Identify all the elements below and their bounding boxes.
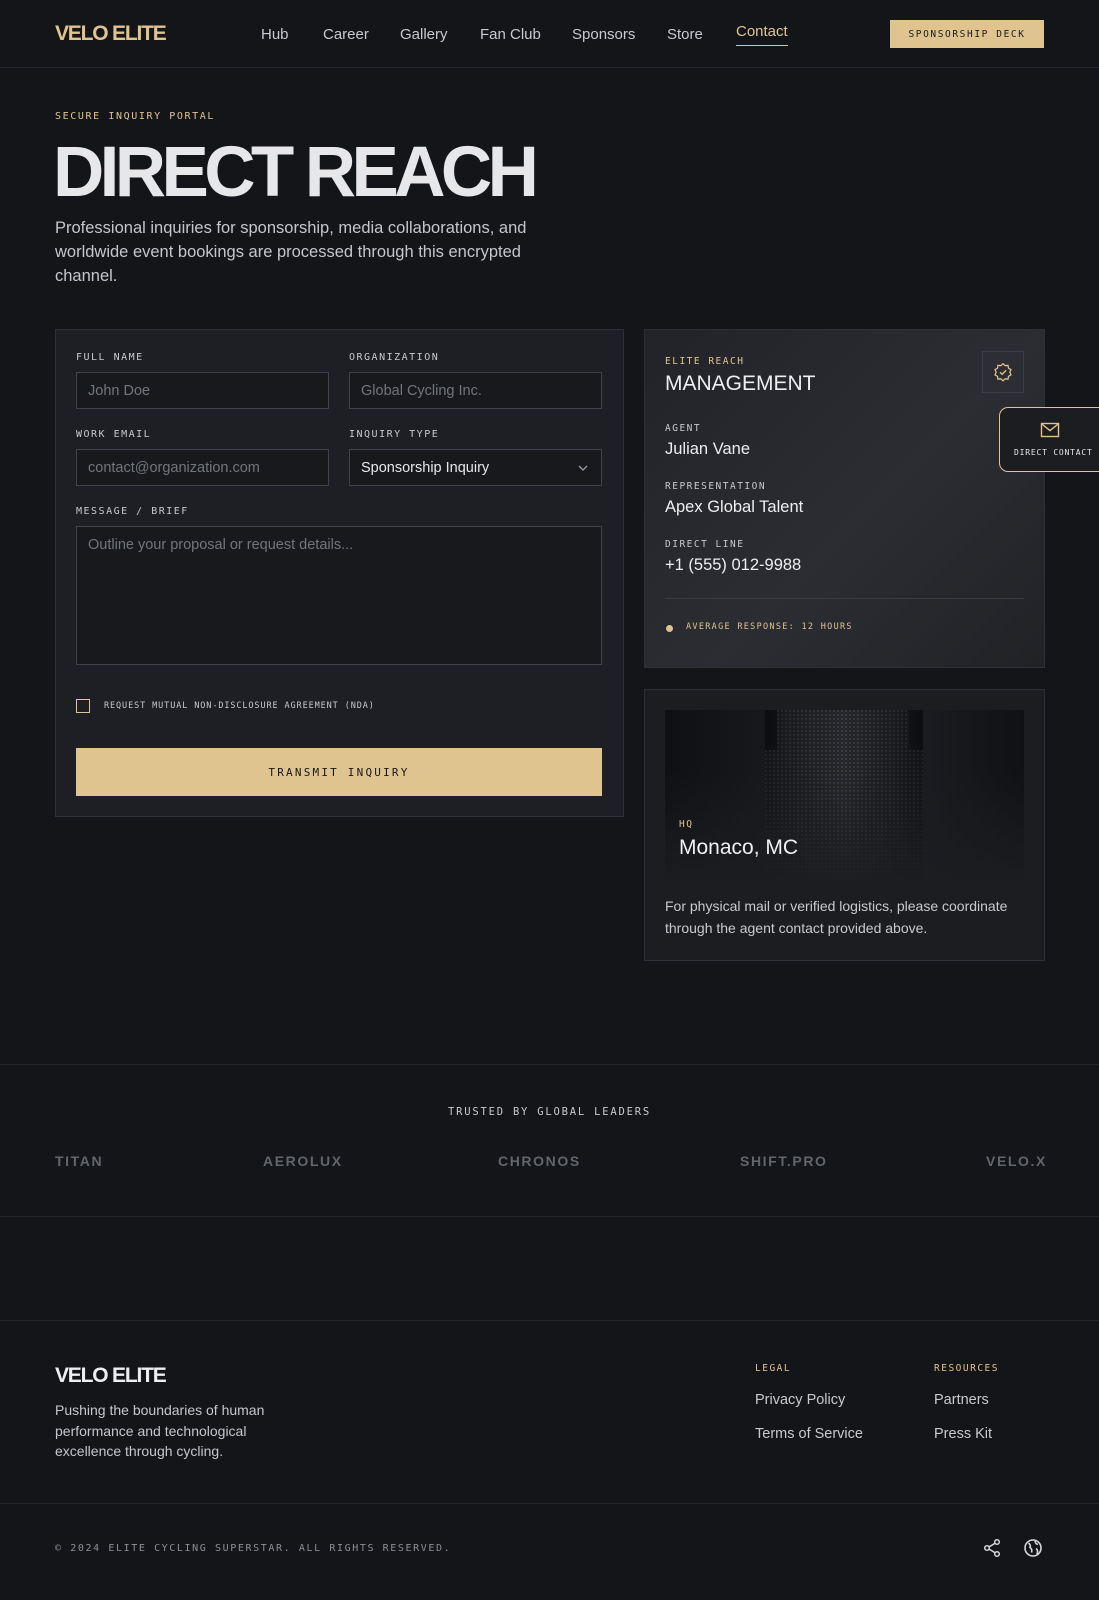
sponsor-logo-velox: VELO.X: [986, 1153, 1047, 1169]
nda-checkbox-label[interactable]: REQUEST MUTUAL NON-DISCLOSURE AGREEMENT …: [104, 701, 375, 711]
mail-icon: [1040, 422, 1060, 438]
verified-badge-icon: [994, 362, 1012, 382]
management-card: ELITE REACH MANAGEMENT AGENT Julian Vane…: [644, 329, 1045, 668]
share-icon[interactable]: [982, 1538, 1002, 1558]
inquiry-type-select[interactable]: Sponsorship Inquiry: [349, 449, 602, 486]
hero-eyebrow: SECURE INQUIRY PORTAL: [55, 111, 216, 122]
management-eyebrow: ELITE REACH: [665, 356, 745, 367]
nav-item-fan-club[interactable]: Fan Club: [480, 26, 541, 43]
transmit-inquiry-button[interactable]: TRANSMIT INQUIRY: [76, 748, 602, 796]
nav-item-sponsors[interactable]: Sponsors: [572, 26, 635, 43]
hero-subtitle: Professional inquiries for sponsorship, …: [55, 219, 527, 285]
message-textarea[interactable]: Outline your proposal or request details…: [76, 526, 602, 665]
top-navigation-bar: VELO ELITE Hub Career Gallery Fan Club S…: [0, 0, 1099, 68]
hq-label: HQ: [679, 819, 694, 830]
globe-icon[interactable]: [1023, 1538, 1043, 1558]
footer-brand[interactable]: VELO ELITE: [55, 1364, 167, 1388]
sponsor-logo-chronos: CHRONOS: [498, 1153, 581, 1169]
full-name-input[interactable]: John Doe: [76, 372, 329, 409]
full-name-placeholder: John Doe: [88, 382, 151, 399]
chevron-down-icon: [578, 465, 588, 471]
footer-bottom-divider: [0, 1503, 1099, 1504]
message-label: MESSAGE / BRIEF: [76, 506, 189, 517]
nav-item-store[interactable]: Store: [667, 26, 703, 43]
direct-line-number[interactable]: +1 (555) 012-9988: [665, 556, 801, 575]
direct-line-label: DIRECT LINE: [665, 539, 745, 550]
work-email-label: WORK EMAIL: [76, 429, 152, 440]
full-name-label: FULL NAME: [76, 352, 144, 363]
nav-item-gallery[interactable]: Gallery: [400, 26, 448, 43]
inquiry-type-value: Sponsorship Inquiry: [361, 459, 490, 476]
organization-input[interactable]: Global Cycling Inc.: [349, 372, 602, 409]
resources-heading: RESOURCES: [934, 1363, 999, 1374]
sponsor-logo-titan: TITAN: [55, 1153, 104, 1169]
status-dot: [666, 625, 673, 632]
nav-item-hub[interactable]: Hub: [261, 26, 289, 43]
message-placeholder: Outline your proposal or request details…: [88, 537, 354, 553]
sponsor-logo-shiftpro: SHIFT.PRO: [740, 1153, 828, 1169]
agent-name: Julian Vane: [665, 440, 751, 458]
inquiry-form: FULL NAME John Doe ORGANIZATION Global C…: [55, 329, 624, 817]
privacy-policy-link[interactable]: Privacy Policy: [755, 1392, 845, 1408]
verified-badge-button[interactable]: [982, 351, 1024, 393]
nda-checkbox[interactable]: [76, 699, 90, 713]
footer-tagline: Pushing the boundaries of human performa…: [55, 1402, 265, 1459]
copyright-text: © 2024 ELITE CYCLING SUPERSTAR. ALL RIGH…: [55, 1543, 452, 1554]
organization-label: ORGANIZATION: [349, 352, 440, 363]
work-email-placeholder: contact@organization.com: [88, 459, 260, 476]
footer-divider: [0, 1320, 1099, 1321]
nav-item-contact[interactable]: Contact: [736, 23, 788, 46]
trusted-by-section: TRUSTED BY GLOBAL LEADERS TITAN AEROLUX …: [0, 1064, 1099, 1217]
partners-link[interactable]: Partners: [934, 1392, 989, 1408]
average-response-text: AVERAGE RESPONSE: 12 HOURS: [686, 622, 853, 632]
terms-of-service-link[interactable]: Terms of Service: [755, 1426, 863, 1442]
work-email-input[interactable]: contact@organization.com: [76, 449, 329, 486]
agent-label: AGENT: [665, 423, 702, 434]
nav-item-career[interactable]: Career: [323, 26, 369, 43]
inquiry-type-label: INQUIRY TYPE: [349, 429, 440, 440]
direct-contact-label: DIRECT CONTACT: [1014, 448, 1093, 457]
hq-card: HQ Monaco, MC For physical mail or verif…: [644, 689, 1045, 961]
hq-note: For physical mail or verified logistics,…: [665, 898, 1008, 936]
hq-city: Monaco, MC: [679, 836, 799, 859]
press-kit-link[interactable]: Press Kit: [934, 1426, 992, 1442]
trusted-title: TRUSTED BY GLOBAL LEADERS: [447, 1106, 652, 1118]
page-title: DIRECT REACH: [53, 133, 539, 212]
management-title: MANAGEMENT: [665, 372, 816, 395]
legal-heading: LEGAL: [755, 1363, 792, 1374]
direct-contact-tab[interactable]: DIRECT CONTACT: [999, 407, 1099, 472]
organization-placeholder: Global Cycling Inc.: [361, 382, 482, 399]
sponsorship-deck-button[interactable]: SPONSORSHIP DECK: [890, 20, 1044, 48]
representation-name: Apex Global Talent: [665, 498, 804, 516]
sponsor-logo-aerolux: AEROLUX: [263, 1153, 343, 1169]
divider: [665, 598, 1024, 599]
representation-label: REPRESENTATION: [665, 481, 767, 492]
brand-logo[interactable]: VELO ELITE: [55, 22, 167, 46]
